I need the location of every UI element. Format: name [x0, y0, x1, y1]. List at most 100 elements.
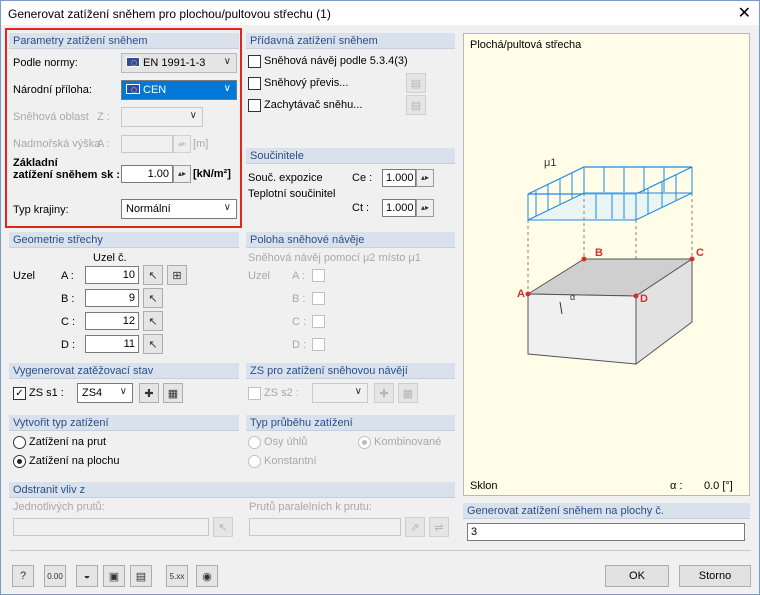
- snow-load-arrows-icon: [527, 166, 693, 221]
- slope-label: Sklon: [470, 480, 498, 492]
- close-icon[interactable]: ✕: [738, 3, 751, 23]
- single-members-input[interactable]: [13, 518, 209, 536]
- snow-load-dialog: Generovat zatížení sněhem pro plochou/pu…: [0, 0, 760, 595]
- open-icon[interactable]: ◒: [76, 565, 98, 587]
- roof-geometry-header: Geometrie střechy: [9, 232, 239, 248]
- footer-separator: [9, 550, 751, 551]
- help-icon[interactable]: ?: [12, 565, 34, 587]
- guard-label: Zachytávač sněhu...: [264, 99, 363, 111]
- drift-node-c-label: C :: [292, 316, 307, 328]
- overhang-edit-icon[interactable]: ▤: [406, 73, 426, 93]
- drift-checkbox[interactable]: [248, 55, 261, 68]
- new-load-case-icon[interactable]: ✚: [139, 383, 159, 403]
- title-bar: Generovat zatížení sněhem pro plochou/pu…: [1, 1, 759, 25]
- new-drift-load-case-icon[interactable]: ✚: [374, 383, 394, 403]
- pick-all-nodes-icon[interactable]: ⊞: [167, 265, 187, 285]
- drift-position-group: Poloha sněhové návěje Sněhová návěj pomo…: [246, 232, 455, 357]
- remove-influence-header: Odstranit vliv z: [9, 482, 455, 498]
- additional-loads-header: Přídavná zatížení sněhem: [246, 33, 455, 49]
- surface-load-radio[interactable]: [13, 455, 26, 468]
- pick-node-a-icon[interactable]: ↖: [143, 265, 163, 285]
- drift-position-header: Poloha sněhové návěje: [246, 232, 455, 248]
- drift-node-d-checkbox[interactable]: [312, 338, 325, 351]
- node-a-input[interactable]: 10: [85, 266, 139, 284]
- guard-edit-icon[interactable]: ▤: [406, 95, 426, 115]
- drift-node-b-checkbox[interactable]: [312, 292, 325, 305]
- highlight-frame: [5, 28, 242, 228]
- member-load-label: Zatížení na prut: [29, 436, 107, 448]
- combined-radio[interactable]: [358, 436, 371, 449]
- generate-lc-header: Vygenerovat zatěžovací stav: [9, 363, 239, 379]
- node-a-marker: A: [517, 288, 525, 300]
- parallel-options-icon[interactable]: ⇌: [429, 517, 449, 537]
- exposure-label: Souč. expozice: [248, 172, 323, 184]
- chevron-down-icon: ∨: [119, 386, 127, 397]
- single-members-label: Jednotlivých prutů:: [13, 501, 105, 513]
- node-d-input[interactable]: 11: [85, 335, 139, 353]
- lc-s1-select[interactable]: ZS4 ∨: [77, 383, 133, 403]
- coefficients-group: Součinitele Souč. expozice Ce : 1.000 ▴▸…: [246, 148, 455, 224]
- drift-node-label: Uzel: [248, 270, 271, 282]
- pick-members-icon[interactable]: ↖: [213, 517, 233, 537]
- thermal-input[interactable]: 1.000: [382, 199, 416, 217]
- exposure-symbol: Ce :: [352, 172, 373, 184]
- pick-node-b-icon[interactable]: ↖: [143, 288, 163, 308]
- edit-load-case-icon[interactable]: ▦: [163, 383, 183, 403]
- lc-s1-value: ZS4: [82, 387, 103, 399]
- guard-checkbox[interactable]: [248, 99, 261, 112]
- pick-parallel-icon[interactable]: ⇗: [405, 517, 425, 537]
- surfaces-input[interactable]: 3: [467, 523, 745, 541]
- drift-node-a-label: A :: [292, 270, 305, 282]
- member-load-radio[interactable]: [13, 436, 26, 449]
- exposure-input[interactable]: 1.000: [382, 169, 416, 187]
- node-c-input[interactable]: 12: [85, 312, 139, 330]
- parallel-members-input[interactable]: [249, 518, 401, 536]
- pick-node-d-icon[interactable]: ↖: [143, 334, 163, 354]
- lc-s2-label: ZS s2 :: [264, 387, 299, 399]
- node-b-input[interactable]: 9: [85, 289, 139, 307]
- lc-s2-select[interactable]: ∨: [312, 383, 368, 403]
- node-d-marker: D: [640, 293, 648, 305]
- thermal-spinner[interactable]: ▴▸: [416, 199, 434, 217]
- slope-symbol: α :: [670, 480, 683, 492]
- polygon-label: Osy úhlů: [264, 436, 308, 448]
- table-icon[interactable]: ▤: [130, 565, 152, 587]
- additional-loads-group: Přídavná zatížení sněhem Sněhová návěj p…: [246, 33, 455, 141]
- load-type-header: Vytvořit typ zatížení: [9, 415, 239, 431]
- constant-label: Konstantní: [264, 455, 317, 467]
- polygon-radio[interactable]: [248, 436, 261, 449]
- edit-drift-load-case-icon[interactable]: ▦: [398, 383, 418, 403]
- save-icon[interactable]: ▣: [103, 565, 125, 587]
- cancel-button[interactable]: Storno: [679, 565, 751, 587]
- drift-node-a-checkbox[interactable]: [312, 269, 325, 282]
- pick-node-c-icon[interactable]: ↖: [143, 311, 163, 331]
- lc-s2-checkbox[interactable]: [248, 387, 261, 400]
- lc-s1-checkbox[interactable]: ✓: [13, 387, 26, 400]
- drift-node-c-checkbox[interactable]: [312, 315, 325, 328]
- overhang-checkbox[interactable]: [248, 77, 261, 90]
- surface-load-label: Zatížení na plochu: [29, 455, 120, 467]
- generate-surfaces-group: Generovat zatížení sněhem na plochy č. 3: [463, 503, 750, 547]
- view-icon[interactable]: ◉: [196, 565, 218, 587]
- mu1-label: μ1: [544, 157, 556, 169]
- node-d-label: D :: [61, 339, 76, 351]
- lc-s1-label: ZS s1 :: [29, 387, 64, 399]
- roof-diagram: μ1 A B C D α: [517, 157, 704, 365]
- alpha-angle-label: α: [570, 292, 575, 302]
- exposure-spinner[interactable]: ▴▸: [416, 169, 434, 187]
- node-c-marker: C: [696, 247, 704, 259]
- node-a-label: A :: [61, 270, 74, 282]
- constant-radio[interactable]: [248, 455, 261, 468]
- node-c-label: C :: [61, 316, 76, 328]
- distribution-group: Typ průběhu zatížení Osy úhlů Kombinovan…: [246, 415, 455, 475]
- combined-label: Kombinované: [374, 436, 442, 448]
- ok-button[interactable]: OK: [605, 565, 669, 587]
- distribution-header: Typ průběhu zatížení: [246, 415, 455, 431]
- drift-node-d-label: D :: [292, 339, 307, 351]
- overhang-label: Sněhový převis...: [264, 77, 349, 89]
- parallel-members-label: Prutů paralelních k prutu:: [249, 501, 372, 513]
- node-b-marker: B: [595, 247, 603, 259]
- drift-lc-header: ZS pro zatížení sněhovou návějí: [246, 363, 455, 379]
- decimals-icon[interactable]: 5.xx: [166, 565, 188, 587]
- units-icon[interactable]: 0.00: [44, 565, 66, 587]
